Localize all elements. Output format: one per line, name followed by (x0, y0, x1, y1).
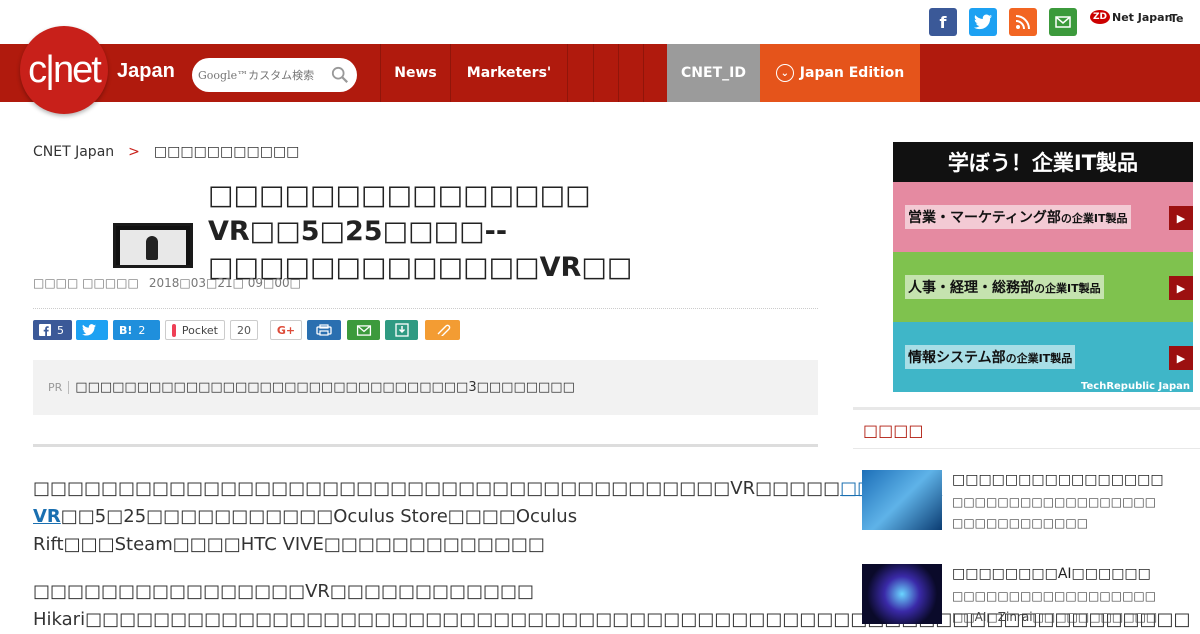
pr-box[interactable]: PR □□□□□□□□□□□□□□□□□□□□□□□□□□□□□□□□3□□□□… (33, 360, 818, 415)
share-facebook-button[interactable]: 5 (33, 320, 72, 340)
nav-item-empty[interactable] (643, 44, 667, 102)
ad-row-title: 営業・マーケティング部 (908, 210, 1061, 226)
ad-row-title: 情報システム部 (908, 350, 1006, 366)
facebook-icon (39, 324, 51, 336)
pr-text: □□□□□□□□□□□□□□□□□□□□□□□□□□□□□□□□3□□□□□□□… (75, 380, 575, 395)
share-googleplus-button[interactable]: G+ (270, 320, 302, 340)
dotted-divider (33, 308, 818, 309)
search-box (192, 58, 357, 92)
zdnet-japan-logo[interactable]: ZD Net Japan (1090, 10, 1172, 24)
article-paragraph-1: □□□□□□□□□□□□□□□□□□□□□□□□□□□□□□□□□□□□□□□□… (33, 475, 942, 559)
ad-row-suffix: の企業IT製品 (1060, 212, 1128, 225)
nav-marketers[interactable]: Marketers' (450, 44, 567, 102)
nav-cnet-id[interactable]: CNET_ID (667, 44, 760, 102)
search-icon[interactable] (331, 66, 349, 84)
cnet-japan-label[interactable]: Japan (117, 60, 175, 83)
sidebar-separator (853, 448, 1200, 449)
share-hatena-count: 2 (138, 323, 146, 337)
sidebar-item-image (862, 470, 942, 530)
pocket-icon (172, 323, 176, 337)
article-byline: □□□□ □□□□□ 2018□03□21□ 09□00□ (33, 276, 301, 290)
sidebar-item-headline: □□□□□□□□AI□□□□□□ (952, 566, 1151, 582)
article-title: □□□□□□□□□□□□□□□ VR□□5□25□□□□--□□□□□□□□□□… (208, 180, 633, 283)
ad-row-sales[interactable]: 営業・マーケティング部の企業IT製品 ▶ (893, 182, 1193, 252)
ad-row-label: 情報システム部の企業IT製品 (905, 345, 1076, 369)
sidebar-item-headline: □□□□□□□□□□□□□□□□ (952, 472, 1164, 488)
nav-news[interactable]: News (380, 44, 450, 102)
share-pocket-count: 20 (230, 320, 258, 340)
share-pocket-button[interactable]: Pocket (165, 320, 225, 340)
print-icon (316, 324, 332, 336)
nav-edition-selector[interactable]: ⌄ Japan Edition (760, 44, 920, 102)
breadcrumb-home[interactable]: CNET Japan (33, 144, 114, 160)
zdnet-logo-mark: ZD (1090, 10, 1110, 24)
pocket-label: Pocket (181, 323, 218, 337)
zdnet-logo-label: Net Japan (1112, 10, 1173, 24)
mail-icon (356, 324, 371, 336)
facebook-icon[interactable]: f (929, 8, 957, 36)
ad-row-label: 営業・マーケティング部の企業IT製品 (905, 205, 1131, 229)
sidebar-item[interactable]: □□□□□□□□AI□□□□□□ □□□□□□□□□□□□□□□□□□ □□AI… (862, 564, 1192, 628)
article-paragraph-2: □□□□□□□□□□□□□□□□VR□□□□□□□□□□□□ Hikari□□□… (33, 581, 1191, 630)
pr-label: PR (48, 381, 70, 394)
ad-headline: 学ぼう！企業IT製品 (893, 142, 1193, 182)
nav-item-empty[interactable] (567, 44, 593, 102)
share-facebook-count: 5 (57, 323, 64, 337)
sidebar-item-image (862, 564, 942, 624)
share-mail-button[interactable] (347, 320, 380, 340)
sidebar-item-desc: □□□□□□□□□□□□ (952, 516, 1089, 530)
cnet-logo[interactable]: c|net (20, 26, 108, 114)
article-date: 2018□03□21□ 09□00□ (148, 276, 301, 290)
ad-row-hr[interactable]: 人事・経理・総務部の企業IT製品 ▶ (893, 252, 1193, 322)
play-arrow-icon: ▶ (1169, 206, 1193, 230)
nav-item-empty[interactable] (618, 44, 643, 102)
sidebar-divider (853, 407, 1200, 410)
sidebar-item-desc: □□□□□□□□□□□□□□□□□□ (952, 495, 1157, 509)
twitter-icon (82, 324, 96, 336)
rss-icon[interactable] (1009, 8, 1037, 36)
play-arrow-icon: ▶ (1169, 276, 1193, 300)
breadcrumb: CNET Japan > □□□□□□□□□□□ (33, 144, 299, 160)
top-social-strip: f ZD Net Japan Te (0, 0, 1200, 44)
share-twitter-button[interactable] (76, 320, 108, 340)
mail-icon[interactable] (1049, 8, 1077, 36)
hatena-icon: B! (119, 323, 133, 337)
sidebar-title: □□□□ (863, 421, 924, 440)
ad-banner[interactable]: 学ぼう！企業IT製品 営業・マーケティング部の企業IT製品 ▶ 人事・経理・総務… (893, 142, 1193, 392)
ad-row-label: 人事・経理・総務部の企業IT製品 (905, 275, 1104, 299)
article-author: □□□□ □□□□□ (33, 276, 139, 290)
ad-row-it[interactable]: 情報システム部の企業IT製品 ▶ TechRepublic Japan (893, 322, 1193, 392)
clip-button[interactable] (425, 320, 460, 340)
nav-item-empty[interactable] (593, 44, 618, 102)
ad-row-suffix: の企業IT製品 (1005, 352, 1073, 365)
ad-row-title: 人事・経理・総務部 (908, 280, 1034, 296)
paragraph-1-text: □□□□□□□□□□□□□□□□□□□□□□□□□□□□□□□□□□□□□□□□… (33, 478, 841, 499)
breadcrumb-separator: > (128, 144, 140, 160)
print-button[interactable] (307, 320, 341, 340)
paragraph-1-text-cont: □□5□25□□□□□□□□□□□Oculus Store□□□□Oculus … (33, 506, 578, 555)
twitter-icon[interactable] (969, 8, 997, 36)
download-icon (394, 323, 409, 337)
chevron-down-icon: ⌄ (775, 64, 794, 82)
search-input[interactable] (198, 68, 328, 82)
article-divider (33, 444, 818, 447)
ad-row-suffix: の企業IT製品 (1034, 282, 1101, 295)
share-hatena-button[interactable]: B! 2 (113, 320, 160, 340)
save-button[interactable] (385, 320, 418, 340)
sidebar-item[interactable]: □□□□□□□□□□□□□□□□ □□□□□□□□□□□□□□□□□□ □□□□… (862, 470, 1192, 534)
sidebar-item-desc: □□□□□□□□□□□□□□□□□□ (952, 589, 1157, 603)
breadcrumb-section[interactable]: □□□□□□□□□□□ (154, 144, 300, 160)
play-arrow-icon: ▶ (1169, 346, 1193, 370)
ad-footer: TechRepublic Japan (1081, 381, 1190, 392)
sidebar-item-desc: □□AI□Zinrai□□□□□□□□□□□ (952, 610, 1158, 624)
techrepublic-logo[interactable]: Te (1170, 12, 1184, 25)
edition-label: Japan Edition (799, 65, 905, 81)
article-thumbnail (113, 223, 193, 268)
paperclip-icon (437, 324, 450, 336)
